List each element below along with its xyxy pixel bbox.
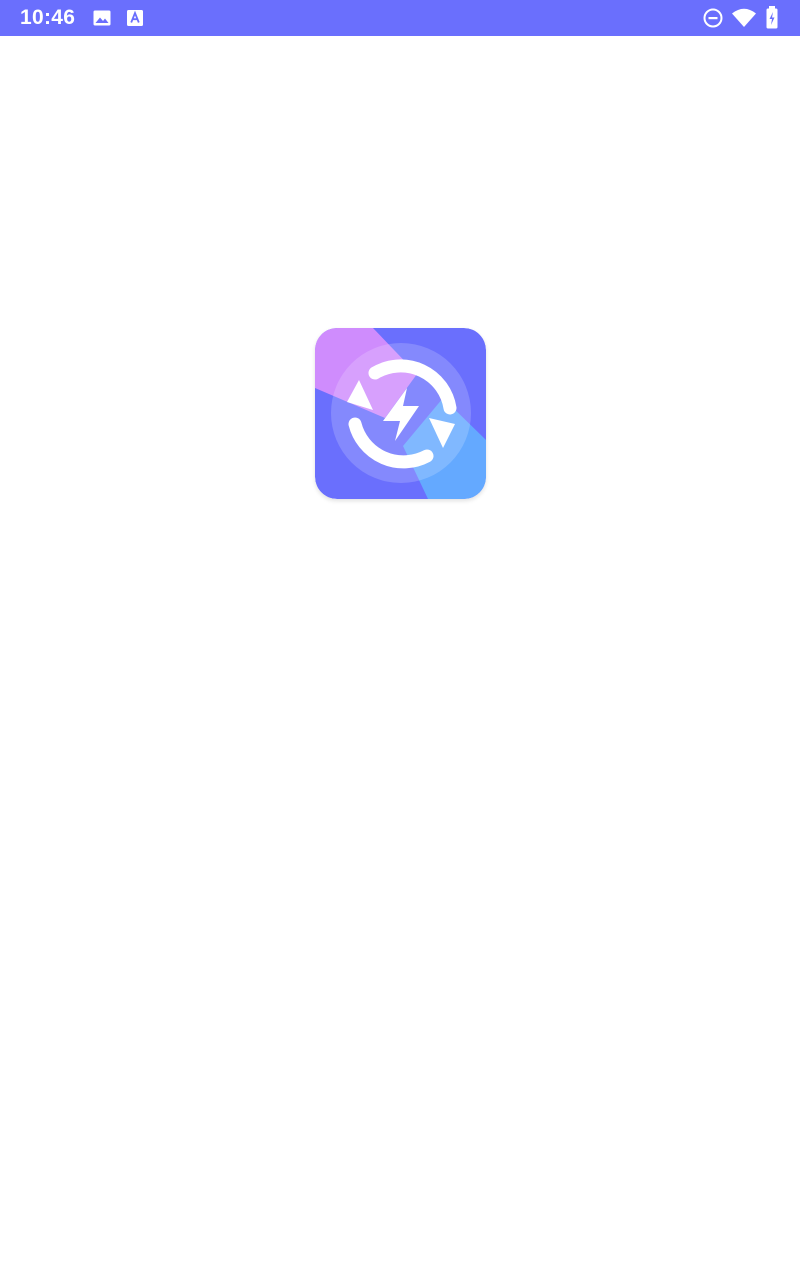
do-not-disturb-icon — [703, 8, 723, 28]
battery-charging-icon — [766, 6, 778, 29]
wifi-icon — [732, 8, 756, 27]
splash-screen — [0, 36, 800, 1280]
text-a-icon — [127, 10, 143, 26]
status-bar: 10:46 — [0, 0, 800, 36]
status-time: 10:46 — [20, 6, 76, 29]
recycle-lightning-logo-icon — [315, 328, 486, 499]
image-icon — [93, 10, 111, 26]
